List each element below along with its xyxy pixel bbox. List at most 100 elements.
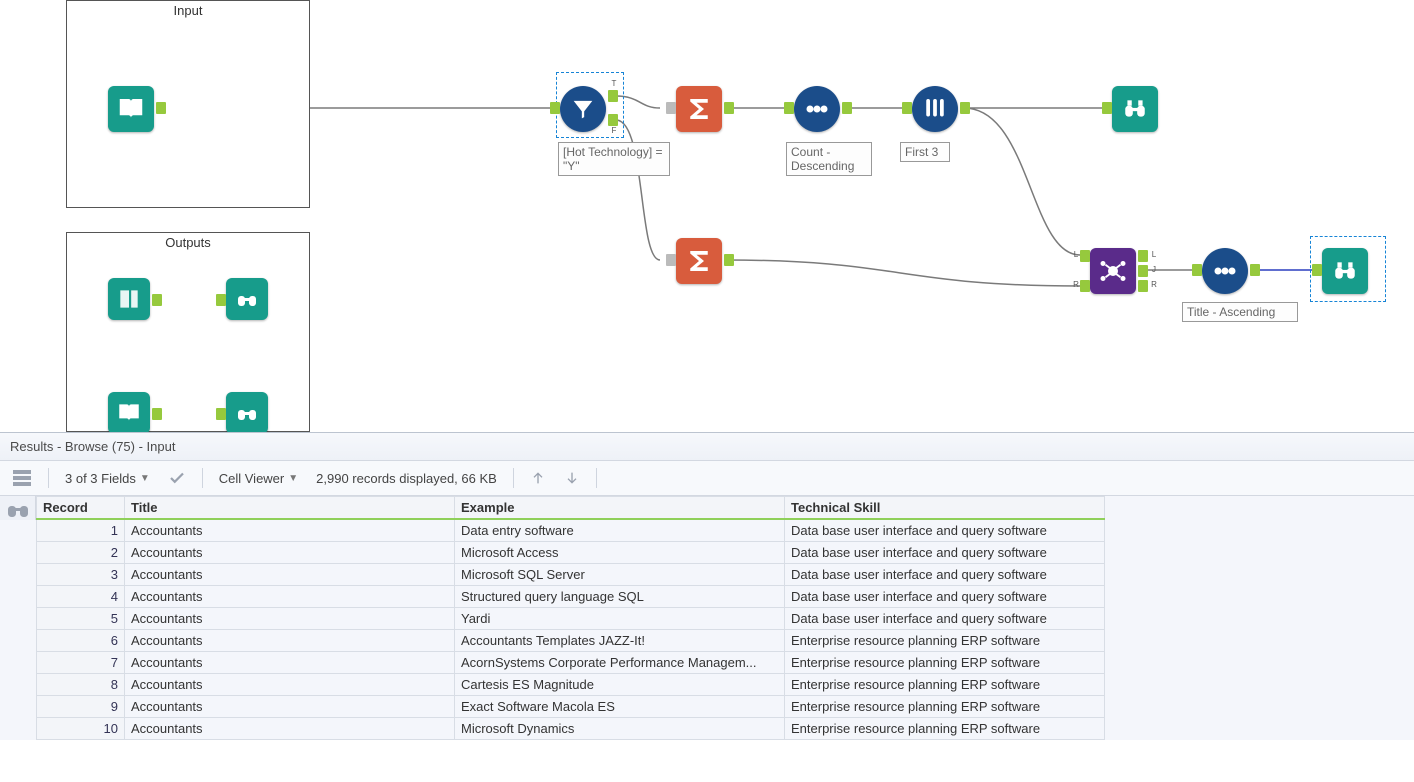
anchor-out[interactable] <box>842 102 852 114</box>
anchor-lo-label: L <box>1148 250 1160 260</box>
anchor-in[interactable] <box>1192 264 1202 276</box>
cell-record: 6 <box>37 630 125 652</box>
sort-dots-icon <box>1211 257 1239 285</box>
cell-skill: Data base user interface and query softw… <box>785 564 1105 586</box>
anchor-in[interactable] <box>550 102 560 114</box>
table-row[interactable]: 1AccountantsData entry softwareData base… <box>37 519 1105 542</box>
grid-side-toggle[interactable] <box>0 496 36 520</box>
cell-viewer-dropdown[interactable]: Cell Viewer ▼ <box>213 467 304 490</box>
container-outputs-title: Outputs <box>67 233 309 250</box>
anchor-in[interactable] <box>666 102 676 114</box>
separator <box>513 468 514 488</box>
binoculars-icon <box>235 401 259 425</box>
cell-title: Accountants <box>125 674 455 696</box>
anchor-in[interactable] <box>216 408 226 420</box>
browse-tool-out-2[interactable] <box>226 392 268 432</box>
filter-tool[interactable] <box>560 86 606 132</box>
col-title[interactable]: Title <box>125 497 455 520</box>
browse-tool-1[interactable] <box>1112 86 1158 132</box>
col-record[interactable]: Record <box>37 497 125 520</box>
table-row[interactable]: 2AccountantsMicrosoft AccessData base us… <box>37 542 1105 564</box>
move-up-button[interactable] <box>524 466 552 490</box>
anchor-out[interactable] <box>156 102 166 114</box>
input-data-tool[interactable] <box>108 86 154 132</box>
table-row[interactable]: 10AccountantsMicrosoft DynamicsEnterpris… <box>37 718 1105 740</box>
table-row[interactable]: 8AccountantsCartesis ES MagnitudeEnterpr… <box>37 674 1105 696</box>
anchor-out[interactable] <box>960 102 970 114</box>
grid-header-row: Record Title Example Technical Skill <box>37 497 1105 520</box>
book-open-icon <box>116 94 146 124</box>
browse-tool-out-1[interactable] <box>226 278 268 320</box>
anchor-in[interactable] <box>216 294 226 306</box>
cell-record: 5 <box>37 608 125 630</box>
cell-viewer-text: Cell Viewer <box>219 471 285 486</box>
col-example[interactable]: Example <box>455 497 785 520</box>
sort-dots-icon <box>803 95 831 123</box>
summarize-tool-1[interactable] <box>676 86 722 132</box>
anchor-true[interactable] <box>608 90 618 102</box>
cell-example: AcornSystems Corporate Performance Manag… <box>455 652 785 674</box>
anchor-in[interactable] <box>902 102 912 114</box>
cell-skill: Data base user interface and query softw… <box>785 519 1105 542</box>
records-text: 2,990 records displayed, 66 KB <box>316 471 497 486</box>
apply-button[interactable] <box>162 465 192 491</box>
table-row[interactable]: 3AccountantsMicrosoft SQL ServerData bas… <box>37 564 1105 586</box>
results-toolbar: 3 of 3 Fields ▼ Cell Viewer ▼ 2,990 reco… <box>0 461 1414 496</box>
anchor-join-l-out[interactable] <box>1138 250 1148 262</box>
output-data-tool-2[interactable] <box>108 392 150 432</box>
fields-text: 3 of 3 Fields <box>65 471 136 486</box>
anchor-out[interactable] <box>152 408 162 420</box>
container-input[interactable]: Input <box>66 0 310 208</box>
anchor-ro-label: R <box>1148 280 1160 290</box>
cell-skill: Data base user interface and query softw… <box>785 608 1105 630</box>
cell-record: 9 <box>37 696 125 718</box>
anchor-out[interactable] <box>152 294 162 306</box>
anchor-in[interactable] <box>784 102 794 114</box>
sort-tool-title[interactable] <box>1202 248 1248 294</box>
cell-skill: Enterprise resource planning ERP softwar… <box>785 630 1105 652</box>
anchor-r-label: R <box>1070 280 1082 290</box>
binoculars-icon <box>1332 258 1358 284</box>
anchor-join-r-out[interactable] <box>1138 280 1148 292</box>
anchor-true-label: T <box>608 79 620 89</box>
anchor-in[interactable] <box>1312 264 1322 276</box>
separator <box>596 468 597 488</box>
anchor-out[interactable] <box>724 254 734 266</box>
cell-title: Accountants <box>125 652 455 674</box>
anchor-j-label: J <box>1148 265 1160 275</box>
cell-example: Microsoft SQL Server <box>455 564 785 586</box>
table-row[interactable]: 6AccountantsAccountants Templates JAZZ-I… <box>37 630 1105 652</box>
summarize-tool-2[interactable] <box>676 238 722 284</box>
cell-title: Accountants <box>125 608 455 630</box>
output-data-tool-1[interactable] <box>108 278 150 320</box>
cell-title: Accountants <box>125 696 455 718</box>
anchor-in[interactable] <box>666 254 676 266</box>
table-row[interactable]: 5AccountantsYardiData base user interfac… <box>37 608 1105 630</box>
table-row[interactable]: 7AccountantsAcornSystems Corporate Perfo… <box>37 652 1105 674</box>
cell-example: Accountants Templates JAZZ-It! <box>455 630 785 652</box>
sort-title-label: Title - Ascending <box>1182 302 1298 322</box>
cell-example: Cartesis ES Magnitude <box>455 674 785 696</box>
results-header: Results - Browse (75) - Input <box>0 433 1414 461</box>
table-row[interactable]: 9AccountantsExact Software Macola ESEnte… <box>37 696 1105 718</box>
cell-title: Accountants <box>125 519 455 542</box>
sort-tool-count[interactable] <box>794 86 840 132</box>
results-grid[interactable]: Record Title Example Technical Skill 1Ac… <box>36 496 1105 740</box>
sample-tool[interactable] <box>912 86 958 132</box>
fields-dropdown[interactable]: 3 of 3 Fields ▼ <box>59 467 156 490</box>
workflow-canvas[interactable]: Input Outputs T F [Hot Technology] = "Y"… <box>0 0 1414 432</box>
anchor-in[interactable] <box>1102 102 1112 114</box>
anchor-out[interactable] <box>1250 264 1260 276</box>
browse-tool-2[interactable] <box>1322 248 1368 294</box>
move-down-button[interactable] <box>558 466 586 490</box>
layout-toggle-button[interactable] <box>6 465 38 491</box>
anchor-join-j-out[interactable] <box>1138 265 1148 277</box>
table-row[interactable]: 4AccountantsStructured query language SQ… <box>37 586 1105 608</box>
anchor-false[interactable] <box>608 114 618 126</box>
container-outputs[interactable]: Outputs <box>66 232 310 432</box>
anchor-out[interactable] <box>724 102 734 114</box>
join-tool[interactable] <box>1090 248 1136 294</box>
cell-skill: Data base user interface and query softw… <box>785 542 1105 564</box>
cell-record: 10 <box>37 718 125 740</box>
col-skill[interactable]: Technical Skill <box>785 497 1105 520</box>
